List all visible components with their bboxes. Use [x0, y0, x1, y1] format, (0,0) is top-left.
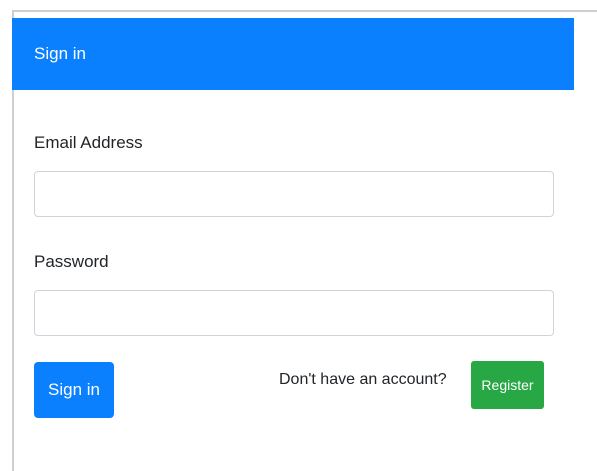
sign-in-button[interactable]: Sign in — [34, 362, 114, 418]
page: Sign in Email Address Password Sign in D… — [0, 0, 597, 471]
no-account-text: Don't have an account? — [279, 371, 447, 388]
card-title: Sign in — [34, 44, 86, 63]
register-button[interactable]: Register — [471, 361, 544, 409]
password-label: Password — [34, 252, 109, 271]
email-input[interactable] — [34, 171, 554, 217]
email-label: Email Address — [34, 133, 143, 152]
card-header: Sign in — [12, 18, 574, 90]
password-input[interactable] — [34, 290, 554, 336]
